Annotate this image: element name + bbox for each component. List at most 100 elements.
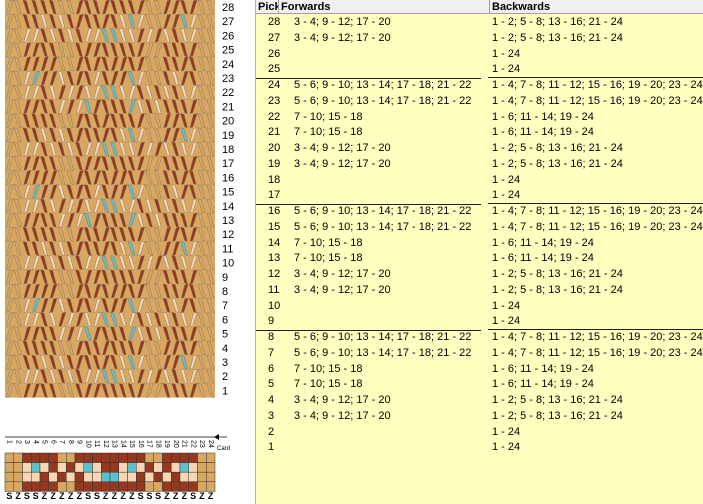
threading-cell[interactable]	[57, 462, 67, 473]
table-row[interactable]: 26 1 - 24	[256, 47, 703, 63]
threading-cell[interactable]	[127, 471, 137, 483]
threading-cell[interactable]	[92, 471, 102, 483]
twist-direction[interactable]: S	[94, 491, 100, 501]
threading-cell[interactable]	[197, 462, 207, 473]
table-row[interactable]: 14 7 - 10; 15 - 18 1 - 6; 11 - 14; 19 - 24	[256, 236, 703, 252]
threading-cell[interactable]	[66, 452, 76, 463]
threading-cell[interactable]	[118, 462, 128, 473]
header-backwards[interactable]: Backwards	[489, 0, 703, 14]
table-row[interactable]: 16 5 - 6; 9 - 10; 13 - 14; 17 - 18; 21 - …	[256, 204, 703, 220]
threading-cell[interactable]	[153, 452, 163, 463]
threading-cell[interactable]	[118, 481, 128, 492]
table-row[interactable]: 1 1 - 24	[256, 440, 703, 456]
header-pick[interactable]: Pick	[256, 0, 281, 14]
twist-direction[interactable]: Z	[173, 491, 179, 501]
table-row[interactable]: 15 5 - 6; 9 - 10; 13 - 14; 17 - 18; 21 - …	[256, 220, 703, 236]
header-forwards[interactable]: Forwards	[278, 0, 489, 14]
threading-cell[interactable]	[4, 481, 14, 492]
twist-direction[interactable]: Z	[59, 491, 65, 501]
threading-cell[interactable]	[188, 452, 198, 463]
threading-cell[interactable]	[179, 481, 189, 492]
table-row[interactable]: 24 5 - 6; 9 - 10; 13 - 14; 17 - 18; 21 - …	[256, 78, 703, 94]
threading-cell[interactable]	[109, 471, 119, 483]
threading-cell[interactable]	[206, 462, 216, 473]
threading-cell[interactable]	[101, 471, 111, 483]
table-row[interactable]: 21 7 - 10; 15 - 18 1 - 6; 11 - 14; 19 - 24	[256, 125, 703, 141]
threading-cell[interactable]	[206, 471, 216, 483]
twist-direction[interactable]: Z	[103, 491, 109, 501]
twist-direction[interactable]: Z	[15, 491, 21, 501]
table-row[interactable]: 2 1 - 24	[256, 425, 703, 441]
threading-cell[interactable]	[153, 471, 163, 483]
threading-cell[interactable]	[48, 471, 58, 483]
table-row[interactable]: 7 5 - 6; 9 - 10; 13 - 14; 17 - 18; 21 - 2…	[256, 346, 703, 362]
threading-cell[interactable]	[57, 481, 67, 492]
threading-cell[interactable]	[101, 452, 111, 463]
threading-cell[interactable]	[83, 481, 93, 492]
twist-direction[interactable]: S	[6, 491, 12, 501]
threading-cell[interactable]	[31, 452, 41, 463]
threading-cell[interactable]	[22, 462, 32, 473]
threading-cell[interactable]	[74, 452, 84, 463]
threading-cell[interactable]	[188, 462, 198, 473]
threading-cell[interactable]	[127, 481, 137, 492]
table-row[interactable]: 28 3 - 4; 9 - 12; 17 - 20 1 - 2; 5 - 8; 13…	[256, 15, 703, 31]
table-row[interactable]: 20 3 - 4; 9 - 12; 17 - 20 1 - 2; 5 - 8; 13…	[256, 141, 703, 157]
threading-cell[interactable]	[162, 462, 172, 473]
threading-cell[interactable]	[39, 471, 49, 483]
table-row[interactable]: 23 5 - 6; 9 - 10; 13 - 14; 17 - 18; 21 - …	[256, 94, 703, 110]
twist-direction[interactable]: Z	[164, 491, 170, 501]
threading-cell[interactable]	[206, 481, 216, 492]
twist-direction[interactable]: S	[146, 491, 152, 501]
threading-cell[interactable]	[162, 471, 172, 483]
threading-cell[interactable]	[127, 462, 137, 473]
threading-cell[interactable]	[22, 471, 32, 483]
threading-cell[interactable]	[171, 471, 181, 483]
threading-cell[interactable]	[57, 452, 67, 463]
threading-cell[interactable]	[197, 452, 207, 463]
threading-cell[interactable]	[118, 471, 128, 483]
threading-cell[interactable]	[83, 452, 93, 463]
twist-direction[interactable]: S	[33, 491, 39, 501]
twist-direction[interactable]: S	[155, 491, 161, 501]
twist-direction[interactable]: S	[138, 491, 144, 501]
twist-direction[interactable]: S	[85, 491, 91, 501]
threading-cell[interactable]	[57, 471, 67, 483]
threading-cell[interactable]	[4, 471, 14, 483]
table-row[interactable]: 6 7 - 10; 15 - 18 1 - 6; 11 - 14; 19 - 24	[256, 362, 703, 378]
threading-cell[interactable]	[197, 471, 207, 483]
threading-cell[interactable]	[13, 452, 23, 463]
table-row[interactable]: 18 1 - 24	[256, 173, 703, 189]
threading-cell[interactable]	[66, 462, 76, 473]
threading-cell[interactable]	[144, 462, 154, 473]
threading-cell[interactable]	[66, 471, 76, 483]
twist-direction[interactable]: Z	[129, 491, 135, 501]
threading-cell[interactable]	[83, 462, 93, 473]
threading-cell[interactable]	[22, 481, 32, 492]
twist-direction[interactable]: Z	[120, 491, 126, 501]
threading-cell[interactable]	[136, 462, 146, 473]
threading-cell[interactable]	[13, 471, 23, 483]
threading-cell[interactable]	[188, 471, 198, 483]
threading-cell[interactable]	[127, 452, 137, 463]
threading-cell[interactable]	[162, 452, 172, 463]
threading-cell[interactable]	[188, 481, 198, 492]
threading-cell[interactable]	[109, 452, 119, 463]
threading-cell[interactable]	[118, 452, 128, 463]
twist-direction[interactable]: Z	[50, 491, 56, 501]
threading-cell[interactable]	[48, 452, 58, 463]
threading-cell[interactable]	[144, 471, 154, 483]
table-row[interactable]: 27 3 - 4; 9 - 12; 17 - 20 1 - 2; 5 - 8; 13…	[256, 31, 703, 47]
threading-cell[interactable]	[179, 462, 189, 473]
threading-cell[interactable]	[153, 481, 163, 492]
threading-cell[interactable]	[39, 462, 49, 473]
threading-cell[interactable]	[101, 481, 111, 492]
threading-cell[interactable]	[13, 481, 23, 492]
table-row[interactable]: 10 1 - 24	[256, 299, 703, 315]
threading-cell[interactable]	[109, 462, 119, 473]
twist-direction[interactable]: Z	[68, 491, 74, 501]
threading-cell[interactable]	[136, 471, 146, 483]
threading-cell[interactable]	[179, 471, 189, 483]
threading-cell[interactable]	[144, 481, 154, 492]
twist-direction[interactable]: Z	[208, 491, 214, 501]
